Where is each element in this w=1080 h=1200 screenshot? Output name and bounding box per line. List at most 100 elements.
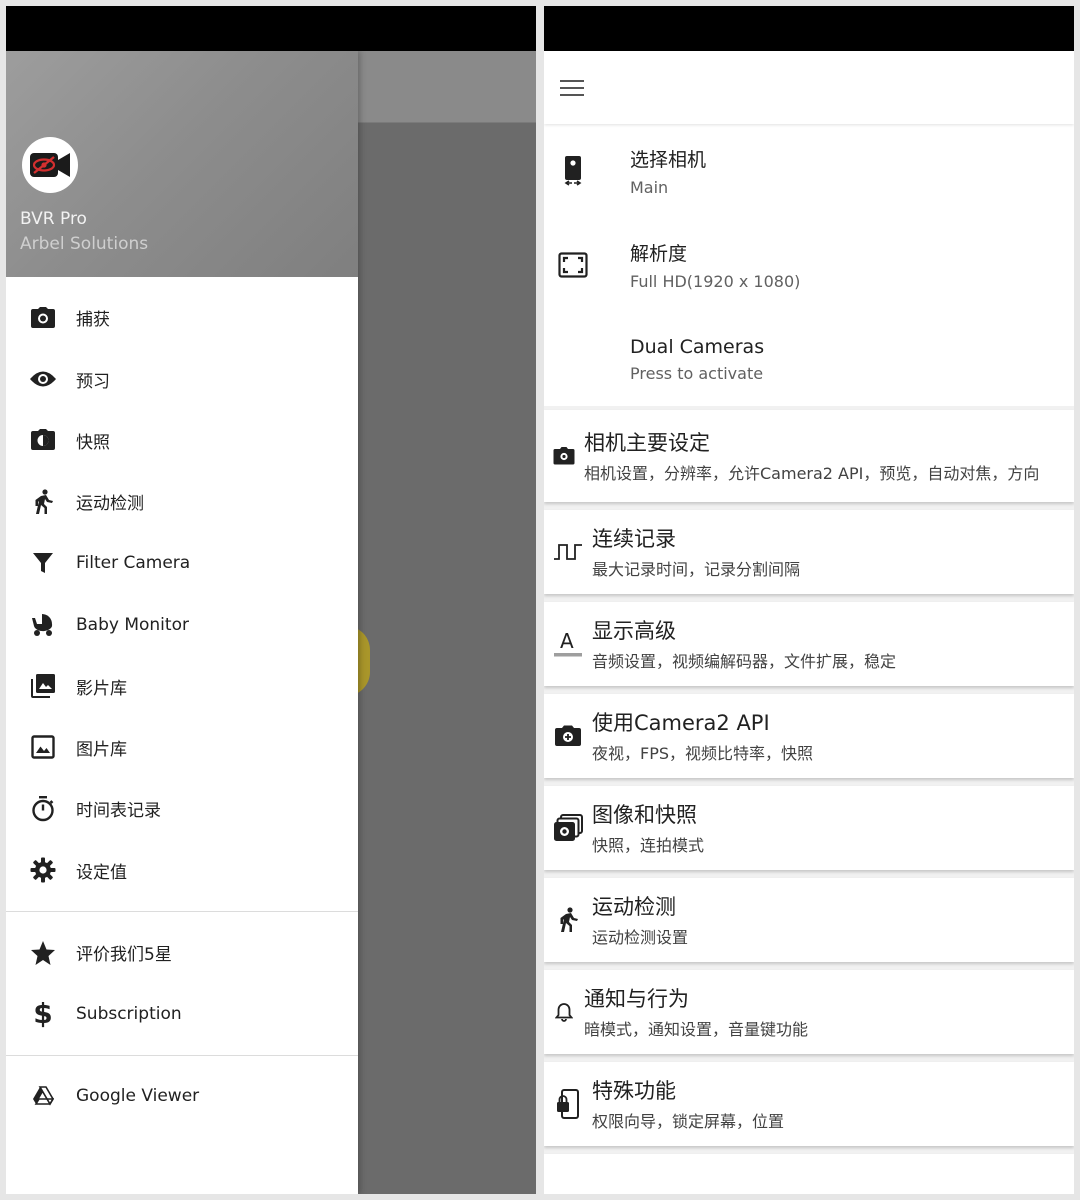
category-title: 通知与行为 <box>584 986 689 1011</box>
drawer-item-label: Subscription <box>76 1003 182 1024</box>
category-summary: 音频设置，视频编解码器，文件扩展，稳定 <box>592 651 897 671</box>
drawer-item-label: Baby Monitor <box>76 614 189 635</box>
navigation-drawer: BVR Pro Arbel Solutions 捕获 预习 快照 运动检测 Fi… <box>6 51 358 1194</box>
background-toolbar <box>358 51 536 123</box>
left-screen: BVR Pro Arbel Solutions 捕获 预习 快照 运动检测 Fi… <box>6 6 536 1194</box>
drawer-item-settings[interactable]: 设定值 <box>6 840 358 901</box>
drawer-item-snapshot[interactable]: 快照 <box>6 410 358 471</box>
pref-title: 解析度 <box>630 243 688 265</box>
menu-icon[interactable] <box>560 74 588 102</box>
app-name: BVR Pro <box>20 209 87 229</box>
category-camera-main[interactable]: 相机主要设定 相机设置，分辨率，允许Camera2 API，预览，自动对焦，方向 <box>544 410 1074 502</box>
category-summary: 夜视，FPS，视频比特率，快照 <box>592 743 814 763</box>
app-logo-icon <box>22 137 78 193</box>
drive-icon <box>28 1081 58 1111</box>
drawer-item-label: 捕获 <box>76 310 110 331</box>
category-special-features[interactable]: 特殊功能 权限向导，锁定屏幕，位置 <box>544 1062 1074 1146</box>
drawer-header: BVR Pro Arbel Solutions <box>6 51 358 277</box>
drawer-item-baby-monitor[interactable]: Baby Monitor <box>6 594 358 655</box>
pref-summary: Full HD(1920 x 1080) <box>630 272 801 291</box>
drawer-item-label: 时间表记录 <box>76 801 161 822</box>
drawer-item-label: Google Viewer <box>76 1086 200 1107</box>
drawer-item-google-viewer[interactable]: Google Viewer <box>6 1066 358 1127</box>
dollar-icon: $ <box>33 997 53 1031</box>
pref-summary: Main <box>630 178 669 197</box>
pref-dual-cameras[interactable]: Dual Cameras Press to activate <box>544 312 1074 406</box>
camera-settings-icon <box>544 447 584 465</box>
pref-resolution[interactable]: 解析度 Full HD(1920 x 1080) <box>544 218 1074 312</box>
quick-settings: 选择相机 Main 解析度 Full HD(1920 x 1080) Dual … <box>544 124 1074 406</box>
pref-summary: Press to activate <box>630 363 764 383</box>
gear-icon <box>28 855 58 885</box>
category-display-advanced[interactable]: A 显示高级 音频设置，视频编解码器，文件扩展，稳定 <box>544 602 1074 686</box>
category-title: 使用Camera2 API <box>592 710 770 735</box>
drawer-item-label: 快照 <box>76 432 110 453</box>
category-summary: 快照，连拍模式 <box>592 835 705 855</box>
eye-icon <box>28 364 58 394</box>
pref-title: 选择相机 <box>630 149 707 171</box>
right-screen: 选择相机 Main 解析度 Full HD(1920 x 1080) Dual … <box>544 6 1074 1194</box>
star-icon <box>28 938 58 968</box>
divider <box>6 1054 358 1056</box>
category-title: 运动检测 <box>592 894 676 919</box>
svg-text:A: A <box>560 630 574 653</box>
category-summary: 最大记录时间，记录分割间隔 <box>592 559 801 579</box>
category-summary: 权限向导，锁定屏幕，位置 <box>592 1111 785 1131</box>
category-motion-detection[interactable]: 运动检测 运动检测设置 <box>544 878 1074 962</box>
category-title: 图像和快照 <box>592 802 697 827</box>
drawer-item-label: 预习 <box>76 371 110 392</box>
category-summary: 暗模式，通知设置，音量键功能 <box>584 1019 809 1039</box>
running-person-icon <box>28 487 58 517</box>
category-title: 特殊功能 <box>592 1078 676 1103</box>
drawer-item-label: 评价我们5星 <box>76 945 172 966</box>
drawer-item-photo-library[interactable]: 图片库 <box>6 717 358 778</box>
drawer-item-rate-us[interactable]: 评价我们5星 <box>6 922 358 983</box>
category-notifications[interactable]: 通知与行为 暗模式，通知设置，音量键功能 <box>544 970 1074 1054</box>
status-bar <box>6 6 536 51</box>
divider <box>6 910 358 912</box>
drawer-item-motion-detection[interactable]: 运动检测 <box>6 471 358 532</box>
drawer-item-label: 设定值 <box>76 862 127 883</box>
app-company: Arbel Solutions <box>20 234 149 254</box>
phone-camera-icon <box>544 155 630 187</box>
drawer-item-preview[interactable]: 预习 <box>6 348 358 409</box>
drawer-item-video-library[interactable]: 影片库 <box>6 655 358 716</box>
stroller-icon <box>28 610 58 640</box>
photo-stack-icon <box>544 814 592 842</box>
drawer-item-label: 影片库 <box>76 678 127 699</box>
category-title: 显示高级 <box>592 618 676 643</box>
drawer-item-filter-camera[interactable]: Filter Camera <box>6 533 358 594</box>
category-title: 连续记录 <box>592 526 676 551</box>
category-summary: 相机设置，分辨率，允许Camera2 API，预览，自动对焦，方向 <box>584 463 1040 483</box>
text-format-icon: A <box>544 630 592 658</box>
snapshot-icon <box>28 425 58 455</box>
drawer-menu: 捕获 预习 快照 运动检测 Filter Camera Baby Monitor… <box>6 277 358 1127</box>
drawer-item-capture[interactable]: 捕获 <box>6 287 358 348</box>
pref-select-camera[interactable]: 选择相机 Main <box>544 124 1074 218</box>
pref-title: Dual Cameras <box>630 335 765 358</box>
category-partial[interactable] <box>544 1154 1074 1194</box>
drawer-item-schedule-recording[interactable]: 时间表记录 <box>6 778 358 839</box>
category-camera2-api[interactable]: 使用Camera2 API 夜视，FPS，视频比特率，快照 <box>544 694 1074 778</box>
image-icon <box>28 732 58 762</box>
toolbar <box>544 51 1074 124</box>
category-continuous-recording[interactable]: 连续记录 最大记录时间，记录分割间隔 <box>544 510 1074 594</box>
running-person-icon <box>544 907 592 933</box>
drawer-item-label: 运动检测 <box>76 494 144 515</box>
status-bar <box>544 6 1074 51</box>
filter-icon <box>28 548 58 578</box>
photo-library-icon <box>28 671 58 701</box>
category-summary: 运动检测设置 <box>592 927 689 947</box>
drawer-item-label: 图片库 <box>76 739 127 760</box>
timer-icon <box>28 794 58 824</box>
settings-categories: 相机主要设定 相机设置，分辨率，允许Camera2 API，预览，自动对焦，方向… <box>544 406 1074 1194</box>
pulse-icon <box>544 543 592 561</box>
category-images-snapshots[interactable]: 图像和快照 快照，连拍模式 <box>544 786 1074 870</box>
drawer-item-subscription[interactable]: $ Subscription <box>6 983 358 1044</box>
resolution-icon <box>544 252 630 278</box>
category-title: 相机主要设定 <box>584 430 710 455</box>
camera-plus-icon <box>544 725 592 747</box>
phone-lock-icon <box>544 1089 592 1119</box>
bell-icon <box>544 1002 584 1022</box>
camera-icon <box>28 303 58 333</box>
